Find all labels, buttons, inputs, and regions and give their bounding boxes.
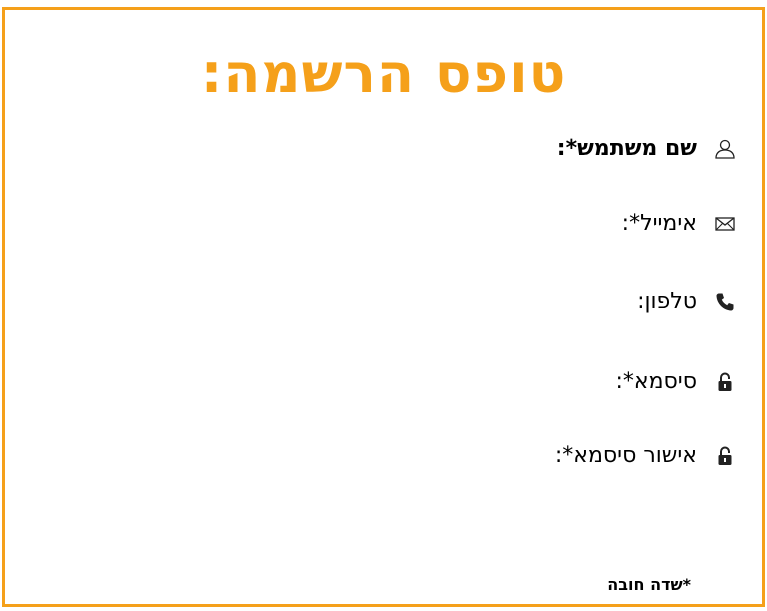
user-icon [711,137,739,161]
confirm-password-field-row: אישור סיסמא*: [555,441,739,471]
password-field-row: סיסמא*: [615,367,739,397]
envelope-icon [711,212,739,236]
password-label: סיסמא*: [615,369,697,394]
phone-icon [711,290,739,314]
lock-icon [711,370,739,394]
form-title: טופס הרשמה: [200,42,567,105]
required-field-note: *שדה חובה [607,575,691,594]
username-field-row: שם משתמש*: [557,134,739,164]
phone-field-row: טלפון: [637,287,739,317]
lock-icon [711,444,739,468]
username-label: שם משתמש*: [556,136,697,161]
phone-label: טלפון: [637,289,697,314]
confirm-password-label: אישור סיסמא*: [554,443,697,468]
email-label: אימייל*: [621,211,697,236]
email-field-row: אימייל*: [622,209,739,239]
